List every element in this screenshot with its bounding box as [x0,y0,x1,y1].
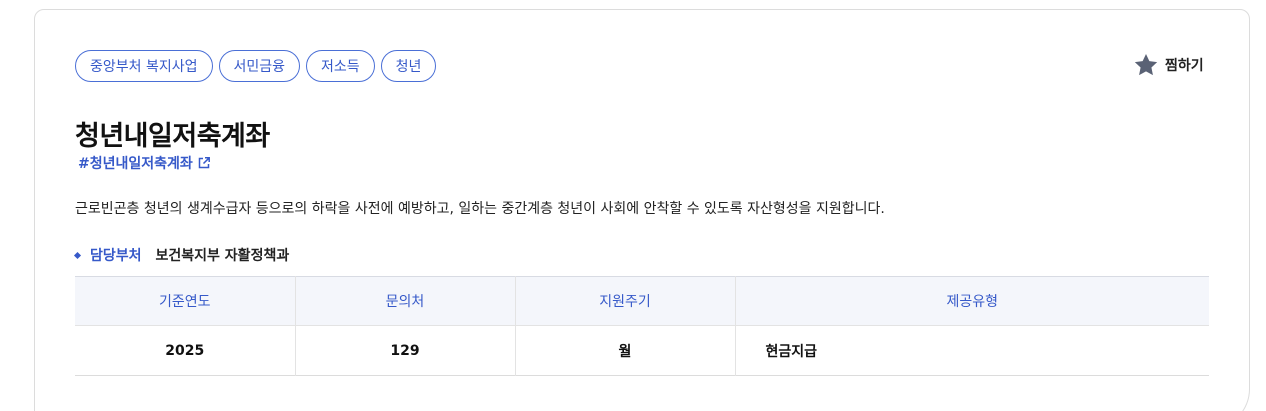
table-row: 2025 129 월 현금지급 [75,325,1209,376]
star-icon [1133,52,1159,78]
hashtag-text: #청년내일저축계좌 [78,156,193,172]
bookmark-button[interactable]: 찜하기 [1133,52,1204,78]
tag-finance[interactable]: 서민금융 [218,50,301,82]
tag-central-welfare[interactable]: 중앙부처 복지사업 [75,50,213,82]
department-row: 담당부처 보건복지부 자활정책과 [73,245,290,265]
cell-provision-type: 현금지급 [765,343,818,360]
cell-support-cycle: 월 [515,325,736,376]
table-header-row: 기준연도 문의처 지원주기 제공유형 [75,276,1209,326]
tag-list: 중앙부처 복지사업 서민금융 저소득 청년 [75,50,437,82]
department-label: 담당부처 [90,248,142,264]
tag-low-income[interactable]: 저소득 [306,50,375,82]
header-contact: 문의처 [295,276,516,326]
bookmark-label: 찜하기 [1165,58,1204,74]
page-title: 청년내일저축계좌 [75,121,270,152]
diamond-bullet-icon [73,251,82,259]
header-base-year: 기준연도 [75,276,296,326]
service-description: 근로빈곤층 청년의 생계수급자 등으로의 하락을 사전에 예방하고, 일하는 중… [75,201,885,217]
external-link-icon [197,156,211,170]
hashtag-link[interactable]: #청년내일저축계좌 [78,153,211,173]
tag-youth[interactable]: 청년 [380,50,437,82]
header-provision-type: 제공유형 [946,294,999,310]
header-support-cycle: 지원주기 [515,276,736,326]
department-value: 보건복지부 자활정책과 [155,248,290,264]
info-table: 기준연도 문의처 지원주기 제공유형 2025 129 월 현금지급 [75,276,1209,376]
cell-contact: 129 [295,325,516,376]
cell-base-year: 2025 [75,325,296,376]
